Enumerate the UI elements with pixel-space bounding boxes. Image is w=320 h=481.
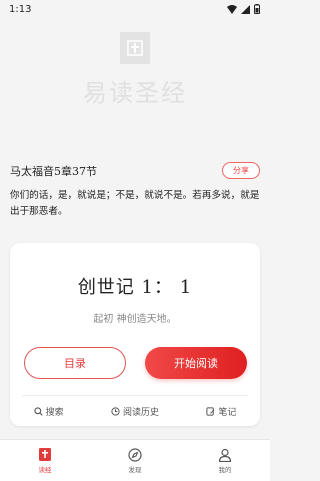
status-time: 1:13 bbox=[9, 3, 32, 15]
start-reading-button[interactable]: 开始阅读 bbox=[145, 347, 247, 379]
compass-icon bbox=[128, 447, 142, 462]
signal-icon bbox=[241, 4, 250, 14]
logo-text: 易读圣经 bbox=[83, 79, 187, 107]
tab-bible[interactable]: 读经 bbox=[15, 447, 75, 474]
chapter-title: 创世记 1： 1 bbox=[77, 277, 193, 298]
tab-profile-label: 我的 bbox=[218, 465, 232, 474]
tab-discover-label: 发现 bbox=[128, 465, 142, 474]
status-icons bbox=[227, 4, 260, 14]
share-button[interactable]: 分享 bbox=[222, 162, 260, 179]
verse-text: 你们的话，是，就说是；不是，就说不是。若再多说，就是出于那恶者。 bbox=[10, 190, 260, 217]
notes-link[interactable]: 笔记 bbox=[206, 405, 236, 418]
chapter-preview: 起初 神创造天地。 bbox=[93, 314, 177, 325]
clock-icon bbox=[111, 406, 120, 416]
book-cross-icon bbox=[120, 32, 150, 64]
divider bbox=[22, 395, 248, 396]
user-icon bbox=[218, 448, 232, 462]
notes-label: 笔记 bbox=[218, 407, 237, 418]
tab-profile[interactable]: 我的 bbox=[195, 448, 255, 474]
reading-history-link[interactable]: 阅读历史 bbox=[111, 405, 159, 418]
card-links: 搜索 阅读历史 笔记 bbox=[10, 403, 260, 419]
bible-icon bbox=[39, 448, 51, 461]
reading-card: 创世记 1： 1 起初 神创造天地。 目录 开始阅读 搜索 阅读历史 笔记 bbox=[10, 243, 260, 426]
search-icon bbox=[34, 406, 43, 416]
bottom-tab-bar: 读经 发现 我的 bbox=[0, 439, 270, 481]
app-logo: 易读圣经 bbox=[0, 32, 270, 114]
tab-discover[interactable]: 发现 bbox=[105, 447, 165, 474]
battery-icon bbox=[254, 4, 260, 14]
status-bar: 1:13 bbox=[0, 0, 270, 18]
wifi-icon bbox=[227, 4, 237, 14]
search-link[interactable]: 搜索 bbox=[34, 405, 64, 418]
search-link-label: 搜索 bbox=[45, 407, 64, 418]
note-icon bbox=[206, 406, 215, 416]
tab-bible-label: 读经 bbox=[38, 466, 52, 474]
reading-history-label: 阅读历史 bbox=[122, 407, 159, 418]
table-of-contents-button[interactable]: 目录 bbox=[24, 347, 126, 379]
verse-reference: 马太福音5章37节 bbox=[10, 165, 97, 178]
